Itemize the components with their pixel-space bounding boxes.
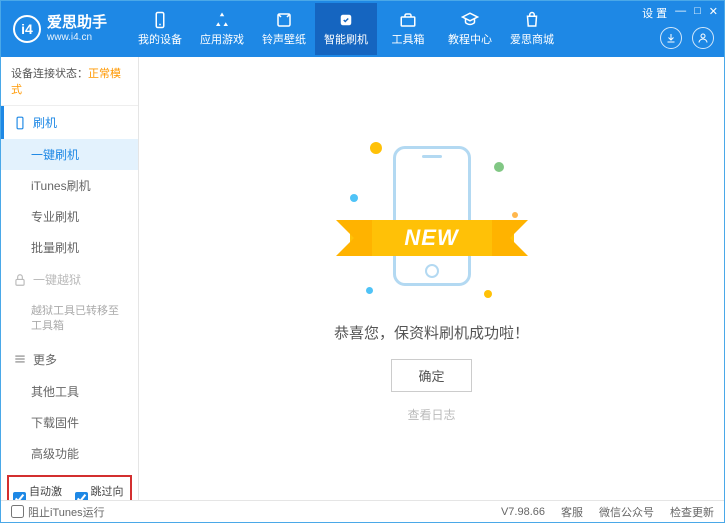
phone-graphic-icon (393, 146, 471, 286)
brand-logo-icon: i4 (13, 15, 41, 43)
customer-service-link[interactable]: 客服 (561, 504, 583, 520)
tutorial-icon (461, 11, 479, 29)
nav-apps[interactable]: 应用游戏 (191, 3, 253, 55)
nav-toolbox[interactable]: 工具箱 (377, 3, 439, 55)
app-header: i4 爱思助手 www.i4.cn 我的设备 应用游戏 铃声壁纸 智能刷机 工具… (1, 1, 724, 57)
wechat-link[interactable]: 微信公众号 (599, 504, 654, 520)
brand-block: i4 爱思助手 www.i4.cn (1, 15, 119, 43)
nav-store[interactable]: 爱思商城 (501, 3, 563, 55)
lock-icon (13, 273, 27, 287)
nav-my-device[interactable]: 我的设备 (129, 3, 191, 55)
auto-activate-checkbox[interactable]: 自动激活 (13, 483, 65, 500)
apps-icon (213, 11, 231, 29)
status-label: 设备连接状态： (11, 68, 88, 80)
view-log-link[interactable]: 查看日志 (407, 406, 455, 423)
minimize-button[interactable]: — (675, 5, 686, 21)
sidebar-item-itunes-flash[interactable]: iTunes刷机 (1, 170, 138, 201)
sidebar-head-label: 一键越狱 (33, 271, 81, 288)
device-status: 设备连接状态：正常模式 (1, 57, 138, 106)
sidebar: 设备连接状态：正常模式 刷机 一键刷机 iTunes刷机 专业刷机 批量刷机 一… (1, 57, 139, 500)
store-icon (523, 11, 541, 29)
main-content: NEW 恭喜您，保资料刷机成功啦！ 确定 查看日志 (139, 57, 724, 500)
brand-title: 爱思助手 (47, 15, 107, 32)
nav-ringtones[interactable]: 铃声壁纸 (253, 3, 315, 55)
jailbreak-note: 越狱工具已转移至工具箱 (1, 296, 138, 343)
checkbox-label: 跳过向导 (91, 483, 127, 500)
sidebar-more-head[interactable]: 更多 (1, 343, 138, 376)
main-nav: 我的设备 应用游戏 铃声壁纸 智能刷机 工具箱 教程中心 爱思商城 (129, 3, 563, 55)
sidebar-head-label: 更多 (33, 351, 57, 368)
sidebar-head-label: 刷机 (33, 114, 57, 131)
nav-label: 教程中心 (448, 34, 492, 46)
brand-subtitle: www.i4.cn (47, 32, 107, 43)
sidebar-flash-head[interactable]: 刷机 (1, 106, 138, 139)
nav-label: 应用游戏 (200, 34, 244, 46)
new-ribbon: NEW (350, 220, 514, 256)
footer: 阻止iTunes运行 V7.98.66 客服 微信公众号 检查更新 (1, 500, 724, 522)
close-button[interactable]: ✕ (709, 5, 718, 21)
ok-button[interactable]: 确定 (391, 359, 471, 392)
sidebar-item-advanced[interactable]: 高级功能 (1, 438, 138, 469)
settings-link[interactable]: 设 置 (642, 5, 667, 21)
nav-label: 我的设备 (138, 34, 182, 46)
user-icon (697, 32, 709, 44)
sidebar-item-download-fw[interactable]: 下载固件 (1, 407, 138, 438)
skip-setup-checkbox[interactable]: 跳过向导 (75, 483, 127, 500)
phone-icon (13, 116, 27, 130)
sidebar-item-oneclick-flash[interactable]: 一键刷机 (1, 139, 138, 170)
checkbox-label: 阻止iTunes运行 (28, 504, 105, 520)
nav-label: 智能刷机 (324, 34, 368, 46)
sidebar-item-pro-flash[interactable]: 专业刷机 (1, 201, 138, 232)
nav-tutorials[interactable]: 教程中心 (439, 3, 501, 55)
toolbox-icon (399, 11, 417, 29)
check-update-link[interactable]: 检查更新 (670, 504, 714, 520)
success-message: 恭喜您，保资料刷机成功啦！ (334, 322, 529, 343)
success-illustration: NEW (342, 134, 522, 304)
checkbox-label: 自动激活 (29, 483, 65, 500)
phone-icon (151, 11, 169, 29)
nav-label: 工具箱 (392, 34, 425, 46)
account-button[interactable] (692, 27, 714, 49)
nav-label: 爱思商城 (510, 34, 554, 46)
version-label: V7.98.66 (501, 506, 545, 518)
sidebar-jailbreak-head: 一键越狱 (1, 263, 138, 296)
window-controls: 设 置 — □ ✕ (642, 5, 718, 21)
block-itunes-checkbox[interactable]: 阻止iTunes运行 (11, 504, 105, 520)
download-icon (665, 32, 677, 44)
sidebar-item-batch-flash[interactable]: 批量刷机 (1, 232, 138, 263)
wallpaper-icon (275, 11, 293, 29)
options-box: 自动激活 跳过向导 (7, 475, 132, 500)
nav-flash[interactable]: 智能刷机 (315, 3, 377, 55)
maximize-button[interactable]: □ (694, 5, 701, 21)
flash-icon (337, 11, 355, 29)
nav-label: 铃声壁纸 (262, 34, 306, 46)
download-button[interactable] (660, 27, 682, 49)
sidebar-item-other-tools[interactable]: 其他工具 (1, 376, 138, 407)
menu-icon (13, 352, 27, 366)
